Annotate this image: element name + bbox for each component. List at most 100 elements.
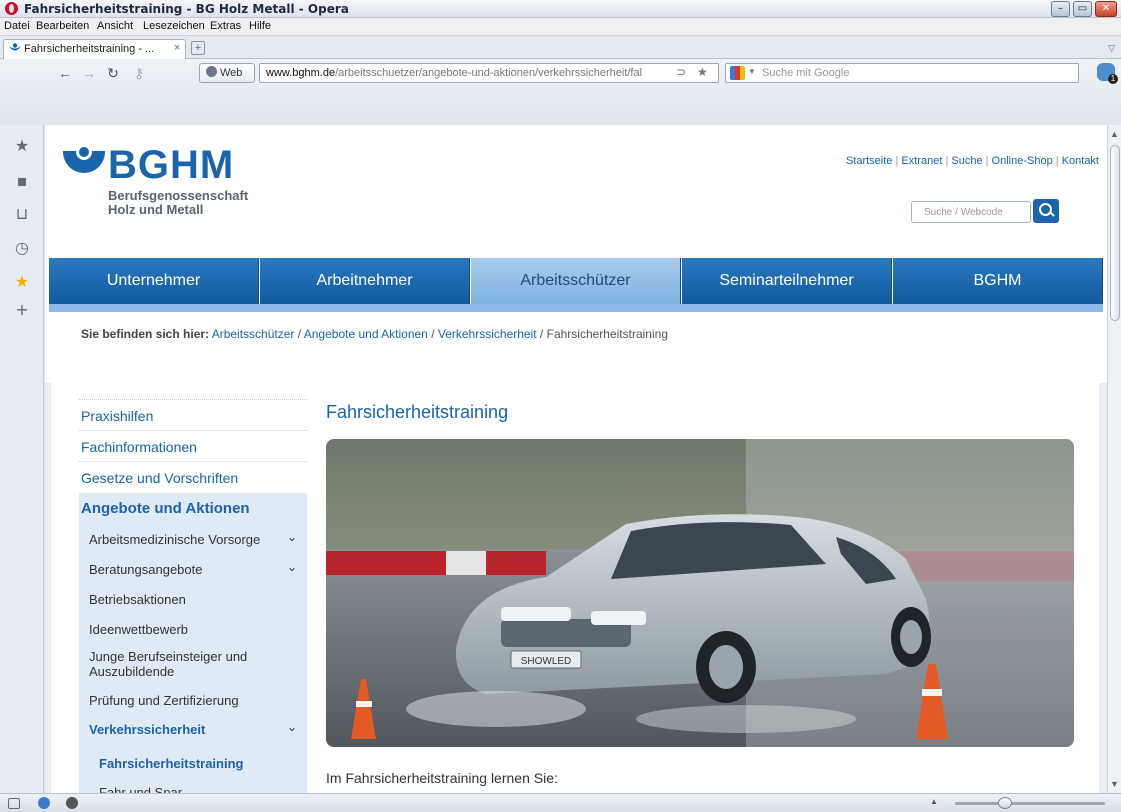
breadcrumb-label: Sie befinden sich hier: <box>81 327 210 341</box>
hero-image: SHOWLED <box>326 439 1074 747</box>
leftnav-sub-fahr-und-spar[interactable]: Fahr und Spar <box>99 785 315 793</box>
tab-close-icon[interactable]: × <box>174 42 180 54</box>
menu-extras[interactable]: Extras <box>210 20 241 32</box>
opera-logo-icon[interactable] <box>5 2 18 15</box>
scroll-up-icon[interactable]: ▲ <box>1110 129 1119 139</box>
chevron-down-icon[interactable]: ⌄ <box>287 560 297 574</box>
add-panel-icon[interactable]: + <box>13 301 31 319</box>
rss-feed-icon[interactable]: ⊃ <box>676 65 686 79</box>
leftnav-item-fachinformationen[interactable]: Fachinformationen <box>79 430 307 462</box>
search-engine-dropdown-icon[interactable]: ▼ <box>748 67 756 76</box>
panel-toggle-icon[interactable] <box>8 798 20 809</box>
web-identity-button[interactable]: Web <box>199 63 255 83</box>
tab-fahrsicherheitstraining[interactable]: Fahrsicherheitstraining - ... × <box>3 39 186 59</box>
leftnav-item-gesetze[interactable]: Gesetze und Vorschriften <box>79 461 307 493</box>
leftnav-heading-angebote[interactable]: Angebote und Aktionen <box>81 500 250 517</box>
chevron-down-icon[interactable]: ⌄ <box>287 530 297 544</box>
toplink-online-shop[interactable]: Online-Shop <box>992 155 1053 167</box>
zoom-slider[interactable] <box>955 802 1105 805</box>
history-clock-icon[interactable]: ◷ <box>13 239 31 257</box>
leftnav-sub-betriebsaktionen[interactable]: Betriebsaktionen <box>89 592 305 607</box>
breadcrumb-link-arbeitsschuetzer[interactable]: Arbeitsschützer <box>212 327 295 341</box>
toplink-separator: | <box>945 155 949 167</box>
new-tab-button[interactable]: + <box>191 41 205 55</box>
top-links: Startseite | Extranet | Suche | Online-S… <box>846 155 1099 167</box>
back-icon[interactable]: ← <box>56 65 74 81</box>
bghm-logo-dot-icon[interactable] <box>76 144 92 160</box>
site-logo-subtitle: Berufsgenossenschaft Holz und Metall <box>108 189 248 217</box>
toplink-suche[interactable]: Suche <box>951 155 982 167</box>
nav-tab-arbeitsschuetzer[interactable]: Arbeitsschützer <box>471 258 681 304</box>
toplink-startseite[interactable]: Startseite <box>846 155 892 167</box>
maximize-button[interactable]: ▭ <box>1073 1 1092 17</box>
address-toolbar: ← → ↻ ⚷ Web www.bghm.de/arbeitsschuetzer… <box>0 59 1121 125</box>
site-search-button[interactable] <box>1033 199 1059 223</box>
scrollbar-thumb[interactable] <box>1110 145 1120 321</box>
downloads-icon[interactable]: ⊔ <box>13 205 31 223</box>
site-header: BGHM Berufsgenossenschaft Holz und Metal… <box>45 125 1107 383</box>
notes-icon[interactable]: ▪ <box>13 172 31 190</box>
forward-icon[interactable]: → <box>80 65 98 81</box>
page-scrollbar[interactable]: ▲ ▼ <box>1107 125 1121 793</box>
breadcrumb: Sie befinden sich hier: Arbeitsschützer … <box>81 327 668 341</box>
zoom-slider-knob[interactable] <box>998 797 1012 809</box>
breadcrumb-link-verkehrssicherheit[interactable]: Verkehrssicherheit <box>438 327 537 341</box>
breadcrumb-current: Fahrsicherheitstraining <box>546 327 668 341</box>
leftnav-sub-junge-berufseinsteiger[interactable]: Junge Berufseinsteiger und Auszubildende <box>89 649 279 679</box>
key-icon[interactable]: ⚷ <box>130 65 148 82</box>
nav-tab-bghm[interactable]: BGHM <box>893 258 1103 304</box>
zoom-up-icon[interactable]: ▲ <box>930 797 938 806</box>
leftnav-sub-ideenwettbewerb[interactable]: Ideenwettbewerb <box>89 622 305 637</box>
menu-lesezeichen[interactable]: Lesezeichen <box>143 20 205 32</box>
google-search-field[interactable]: ▼ Suche mit Google <box>725 63 1079 83</box>
url-field[interactable]: www.bghm.de/arbeitsschuetzer/angebote-un… <box>259 63 719 83</box>
menu-ansicht[interactable]: Ansicht <box>97 20 133 32</box>
menu-hilfe[interactable]: Hilfe <box>249 20 271 32</box>
url-host: www.bghm.de <box>266 67 336 79</box>
leftnav-sub-pruefung[interactable]: Prüfung und Zertifizierung <box>89 693 305 708</box>
logo-sub-line2: Holz und Metall <box>108 202 204 217</box>
window-titlebar: Fahrsicherheitstraining - BG Holz Metall… <box>0 0 1121 18</box>
close-window-button[interactable]: ✕ <box>1095 1 1117 17</box>
toplink-kontakt[interactable]: Kontakt <box>1062 155 1099 167</box>
nav-tab-unternehmer[interactable]: Unternehmer <box>49 258 259 304</box>
breadcrumb-link-angebote[interactable]: Angebote und Aktionen <box>304 327 428 341</box>
tab-bar: Fahrsicherheitstraining - ... × + ▽ <box>0 36 1121 59</box>
leftnav-sub-beratung[interactable]: Beratungsangebote <box>89 562 305 577</box>
page-title: Fahrsicherheitstraining <box>326 402 509 422</box>
intro-text: Im Fahrsicherheitstraining lernen Sie: <box>326 770 558 786</box>
chevron-down-icon[interactable]: ⌄ <box>287 720 297 734</box>
weather-icon[interactable] <box>38 797 50 809</box>
google-icon[interactable] <box>730 66 745 80</box>
main-navigation: Unternehmer Arbeitnehmer Arbeitsschützer… <box>49 258 1103 304</box>
toplink-extranet[interactable]: Extranet <box>901 155 942 167</box>
toplink-separator: | <box>895 155 899 167</box>
menu-datei[interactable]: Datei <box>4 20 30 32</box>
logo-sub-line1: Berufsgenossenschaft <box>108 188 249 203</box>
window-title: Fahrsicherheitstraining - BG Holz Metall… <box>24 2 349 16</box>
bookmark-star-icon[interactable]: ★ <box>697 65 708 79</box>
leftnav-item-praxishilfen[interactable]: Praxishilfen <box>79 399 307 431</box>
breadcrumb-separator: / <box>536 327 547 341</box>
menu-bearbeiten[interactable]: Bearbeiten <box>36 20 89 32</box>
leftnav-sub-vorsorge[interactable]: Arbeitsmedizinische Vorsorge <box>89 532 305 547</box>
license-plate-text: SHOWLED <box>521 656 572 667</box>
breadcrumb-separator: / <box>427 327 438 341</box>
favorites-star-icon[interactable]: ★ <box>13 273 31 291</box>
site-search-input[interactable]: Suche / Webcode <box>911 201 1031 223</box>
opera-unite-icon[interactable] <box>1097 63 1118 84</box>
tab-list-chevron-icon[interactable]: ▽ <box>1108 43 1115 54</box>
opera-side-panel: ★ ▪ ⊔ ◷ ★ + <box>0 125 44 793</box>
leftnav-current-fahrsicherheitstraining[interactable]: Fahrsicherheitstraining <box>99 756 243 771</box>
minimize-button[interactable]: – <box>1051 1 1070 17</box>
reload-icon[interactable]: ↻ <box>104 65 122 82</box>
site-logo[interactable]: BGHM <box>108 143 234 188</box>
nav-tab-arbeitnehmer[interactable]: Arbeitnehmer <box>260 258 470 304</box>
leftnav-sub-verkehrssicherheit[interactable]: Verkehrssicherheit <box>89 722 305 737</box>
scroll-down-icon[interactable]: ▼ <box>1110 779 1119 789</box>
turbo-icon[interactable] <box>66 797 78 809</box>
nav-tab-seminarteilnehmer[interactable]: Seminarteilnehmer <box>682 258 892 304</box>
globe-icon <box>206 66 217 77</box>
bookmarks-star-icon[interactable]: ★ <box>13 137 31 155</box>
toplink-separator: | <box>985 155 989 167</box>
